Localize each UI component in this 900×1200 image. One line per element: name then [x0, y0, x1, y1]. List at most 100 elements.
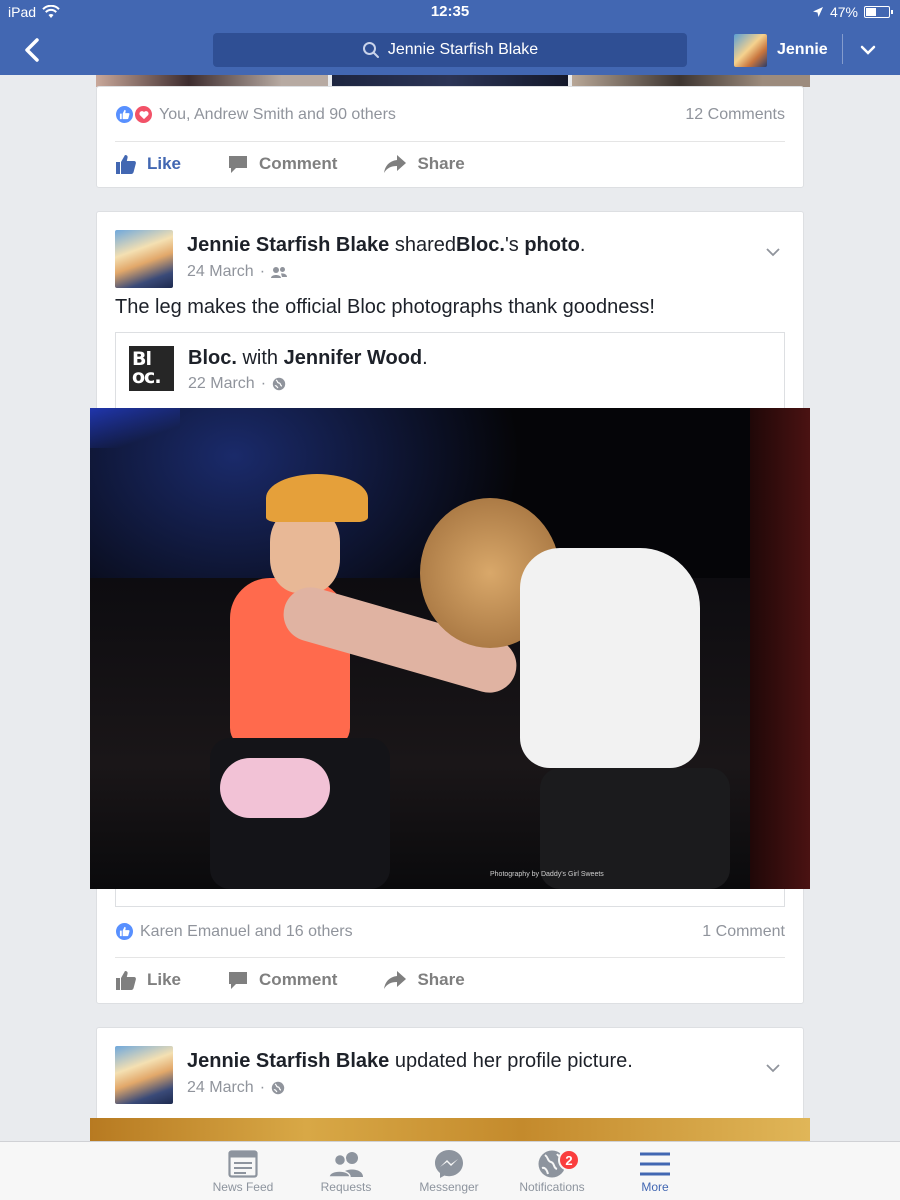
- globe-icon: [271, 1081, 285, 1095]
- like-reaction-icon: [115, 922, 134, 941]
- shared-date[interactable]: 22 March: [188, 375, 255, 393]
- source-name[interactable]: Bloc.: [456, 234, 505, 256]
- search-field[interactable]: Jennie Starfish Blake: [213, 33, 687, 67]
- pink-bag: [220, 758, 330, 818]
- divider: [115, 141, 785, 142]
- like-button[interactable]: Like: [115, 153, 181, 175]
- post-action-text: updated her profile picture.: [394, 1050, 633, 1072]
- love-reaction-icon: [134, 105, 153, 124]
- share-button[interactable]: Share: [383, 153, 465, 175]
- page-name[interactable]: Bloc.: [188, 347, 237, 369]
- avatar[interactable]: [115, 1046, 173, 1104]
- object-link[interactable]: photo: [524, 234, 580, 256]
- tab-label: Notifications: [519, 1180, 585, 1194]
- tab-news-feed[interactable]: News Feed: [193, 1148, 293, 1194]
- comment-button[interactable]: Comment: [227, 153, 337, 175]
- post-verb: shared: [394, 234, 457, 256]
- shared-title: Bloc. with Jennifer Wood.: [188, 347, 428, 370]
- comment-label: Comment: [259, 970, 338, 989]
- post-title: Jennie Starfish Blake updated her profil…: [187, 1050, 633, 1073]
- avatar[interactable]: [115, 230, 173, 288]
- bottom-tab-bar: News Feed Requests Messenger 2 Notificat…: [0, 1141, 900, 1200]
- share-arrow-icon: [384, 971, 407, 989]
- tab-requests[interactable]: Requests: [296, 1148, 396, 1194]
- tab-label: Requests: [320, 1180, 372, 1194]
- like-reaction-icon: [115, 105, 134, 124]
- comments-count[interactable]: 12 Comments: [685, 106, 785, 124]
- share-arrow-icon: [384, 155, 407, 173]
- nav-divider: [842, 34, 843, 64]
- author-name[interactable]: Jennie Starfish Blake: [187, 234, 389, 256]
- notification-badge: 2: [558, 1149, 580, 1171]
- top-bar: iPad 12:35 47% Jennie Starfish Blake Jen…: [0, 0, 900, 75]
- clock: 12:35: [430, 3, 470, 20]
- post-meta: 24 March ·: [187, 263, 288, 281]
- tab-label: Messenger: [419, 1180, 479, 1194]
- friends-audience-icon: [271, 266, 288, 278]
- like-button[interactable]: Like: [115, 969, 181, 991]
- meta-dot: ·: [259, 263, 266, 280]
- avatar: [734, 33, 767, 67]
- globe-icon: [272, 377, 286, 391]
- reactions-text: You, Andrew Smith and 90 others: [159, 105, 396, 123]
- post-options-button[interactable]: [765, 244, 785, 264]
- thumbs-up-icon: [116, 155, 136, 174]
- status-right: 47%: [812, 4, 893, 20]
- reactions-summary[interactable]: You, Andrew Smith and 90 others 12 Comme…: [115, 105, 785, 124]
- post-text: The leg makes the official Bloc photogra…: [115, 296, 655, 318]
- tab-messenger[interactable]: Messenger: [399, 1148, 499, 1194]
- battery-percent: 47%: [829, 4, 858, 20]
- comment-icon: [229, 156, 248, 173]
- author-name[interactable]: Jennie Starfish Blake: [187, 1050, 389, 1072]
- news-feed-icon: [228, 1150, 258, 1178]
- red-curtain: [750, 408, 810, 889]
- nav-menu-button[interactable]: [856, 38, 880, 62]
- tagged-name[interactable]: Jennifer Wood: [284, 347, 423, 369]
- comments-count[interactable]: 1 Comment: [702, 923, 785, 941]
- bloc-logo[interactable]: Bl oc.: [129, 346, 174, 391]
- post-header: Jennie Starfish Blake updated her profil…: [115, 1046, 785, 1106]
- shared-meta: 22 March ·: [188, 375, 286, 393]
- person-right-shirt: [520, 548, 700, 768]
- share-button[interactable]: Share: [383, 969, 465, 991]
- chevron-left-icon: [25, 38, 39, 62]
- nav-row: Jennie Starfish Blake Jennie: [0, 28, 900, 72]
- meta-dot: ·: [259, 1079, 266, 1096]
- divider: [115, 957, 785, 958]
- shared-period: .: [422, 347, 428, 369]
- reactions-summary[interactable]: Karen Emanuel and 16 others 1 Comment: [115, 922, 785, 941]
- back-button[interactable]: [18, 34, 46, 66]
- search-text: Jennie Starfish Blake: [387, 41, 539, 58]
- photo-credit: Photography by Daddy's Girl Sweets: [490, 871, 604, 878]
- chevron-down-icon: [860, 45, 876, 55]
- profile-name: Jennie: [777, 41, 828, 58]
- menu-icon: [640, 1152, 670, 1176]
- status-bar: iPad 12:35 47%: [0, 0, 900, 24]
- battery-icon: [864, 6, 893, 18]
- shared-photo[interactable]: Photography by Daddy's Girl Sweets: [90, 408, 810, 889]
- comment-button[interactable]: Comment: [227, 969, 337, 991]
- like-label: Like: [147, 154, 182, 173]
- post-card: You, Andrew Smith and 90 others 12 Comme…: [96, 86, 804, 188]
- post-title: Jennie Starfish Blake sharedBloc.'s phot…: [187, 234, 585, 257]
- post-options-button[interactable]: [765, 1060, 785, 1080]
- like-label: Like: [147, 970, 182, 989]
- tab-more[interactable]: More: [605, 1148, 705, 1194]
- chevron-down-icon: [766, 1064, 780, 1073]
- title-period: .: [579, 234, 586, 256]
- comment-icon: [229, 972, 248, 989]
- share-label: Share: [417, 154, 465, 173]
- post-date[interactable]: 24 March: [187, 1079, 254, 1097]
- messenger-icon: [435, 1150, 463, 1178]
- tab-label: News Feed: [212, 1180, 274, 1194]
- reactions-text: Karen Emanuel and 16 others: [140, 922, 353, 940]
- thumbs-up-icon: [116, 971, 136, 990]
- share-label: Share: [417, 970, 465, 989]
- chevron-down-icon: [766, 248, 780, 257]
- profile-shortcut[interactable]: Jennie: [734, 32, 828, 68]
- tab-label: More: [641, 1180, 669, 1194]
- post-date[interactable]: 24 March: [187, 263, 254, 281]
- tab-notifications[interactable]: 2 Notifications: [502, 1148, 602, 1194]
- action-bar: Like Comment Share: [115, 969, 511, 991]
- logo-text-line2: oc.: [132, 366, 162, 388]
